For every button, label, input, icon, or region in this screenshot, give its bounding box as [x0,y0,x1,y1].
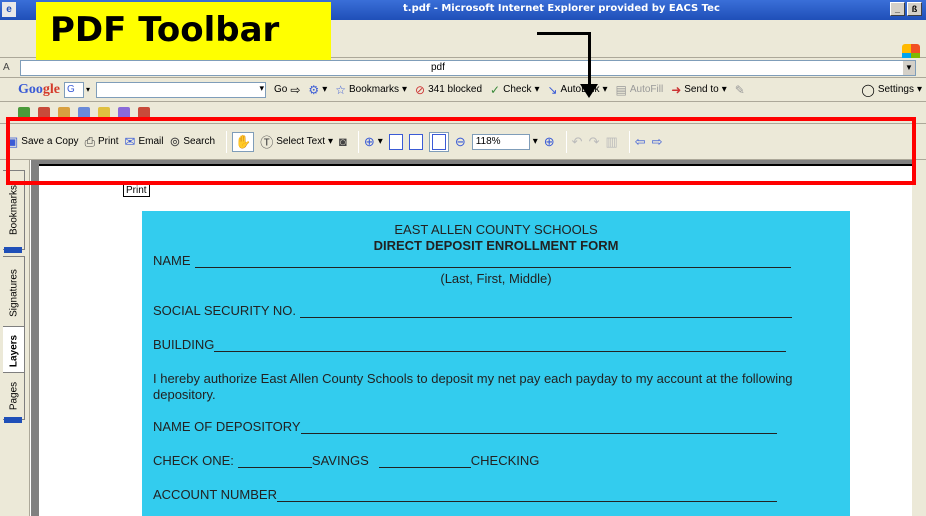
star-icon: ☆ [335,82,346,97]
google-logo[interactable]: Google [18,82,60,98]
check-one-row: CHECK ONE: SAVINGS CHECKING [153,453,540,468]
callout-label: PDF Toolbar [50,10,280,50]
blocker-icon: ⊘ [415,82,426,97]
navigation-pane: Bookmarks Signatures Layers Pages [0,160,30,516]
google-search-input[interactable] [96,81,267,98]
pen-icon: ✎ [734,82,745,97]
google-go-button[interactable]: Go ⇨ [274,83,300,97]
name-hint: (Last, First, Middle) [440,271,552,286]
account-row: ACCOUNT NUMBER [153,487,777,502]
name-row: NAME [153,253,791,268]
ssn-row: SOCIAL SECURITY NO. [153,303,793,318]
address-dropdown-icon[interactable]: ▼ [903,61,915,75]
depository-row: NAME OF DEPOSITORY [153,419,777,434]
document-area[interactable]: Print EAST ALLEN COUNTY SCHOOLS DIRECT D… [31,160,926,516]
address-bar: A pdf ▼ [0,58,926,78]
bookmarks-button[interactable]: ☆ Bookmarks ▾ [335,83,407,97]
toolbar-callout: PDF Toolbar [36,2,331,60]
callout-arrow-line [537,32,591,35]
google-extra-button[interactable]: ⚙ ▾ [308,83,327,97]
google-menu-button[interactable]: G [64,81,84,98]
google-toolbar: Google G ▾ Go⇨ ⚙ ▾ ☆Bookmarks▾ ⊘341 bloc… [0,78,926,102]
highlight-button[interactable]: ✎ [735,83,745,97]
tab-signatures[interactable]: Signatures [3,256,25,330]
settings-button[interactable]: ◯ Settings ▾ [861,83,922,97]
address-label: A [3,62,10,73]
settings-icon: ◯ [861,82,875,97]
building-row: BUILDING [153,337,787,352]
tab-layers[interactable]: Layers [3,326,25,379]
maximize-button[interactable]: ß [907,2,922,16]
tab-grip-icon [4,247,22,253]
autofill-button[interactable]: ▤ AutoFill [616,83,664,97]
form-school: EAST ALLEN COUNTY SCHOOLS [394,222,598,237]
callout-arrow-icon [580,84,598,98]
address-input[interactable]: pdf ▼ [20,60,916,76]
authorization-text: I hereby authorize East Allen County Sch… [153,371,793,402]
window-title: t.pdf - Microsoft Internet Explorer prov… [403,3,720,14]
send-to-button[interactable]: ➜ Send to ▾ [671,83,727,97]
minimize-button[interactable]: _ [890,2,905,16]
toolbar-highlight-box [6,117,916,185]
print-tooltip: Print [123,184,150,197]
popup-blocker[interactable]: ⊘ 341 blocked [415,83,482,97]
callout-arrow-line [588,32,591,88]
address-url: pdf [431,62,445,73]
autolink-button[interactable]: ↘ AutoLink ▾ [547,83,607,97]
deposit-form: EAST ALLEN COUNTY SCHOOLS DIRECT DEPOSIT… [142,211,850,516]
form-title: DIRECT DEPOSIT ENROLLMENT FORM [373,238,619,253]
send-icon: ➜ [671,82,682,97]
abc-check-icon: ✓ [490,82,501,97]
tab-pages[interactable]: Pages [3,372,25,423]
pdf-page[interactable]: Print EAST ALLEN COUNTY SCHOOLS DIRECT D… [39,164,912,516]
spell-check-button[interactable]: ✓ Check ▾ [490,83,539,97]
tab-grip-icon [4,417,22,423]
window-controls: _ ß [890,2,922,16]
autofill-icon: ▤ [615,82,627,97]
ie-app-icon[interactable]: e [2,2,16,17]
wand-icon: ↘ [547,82,558,97]
document-scrollbar[interactable] [912,160,926,516]
